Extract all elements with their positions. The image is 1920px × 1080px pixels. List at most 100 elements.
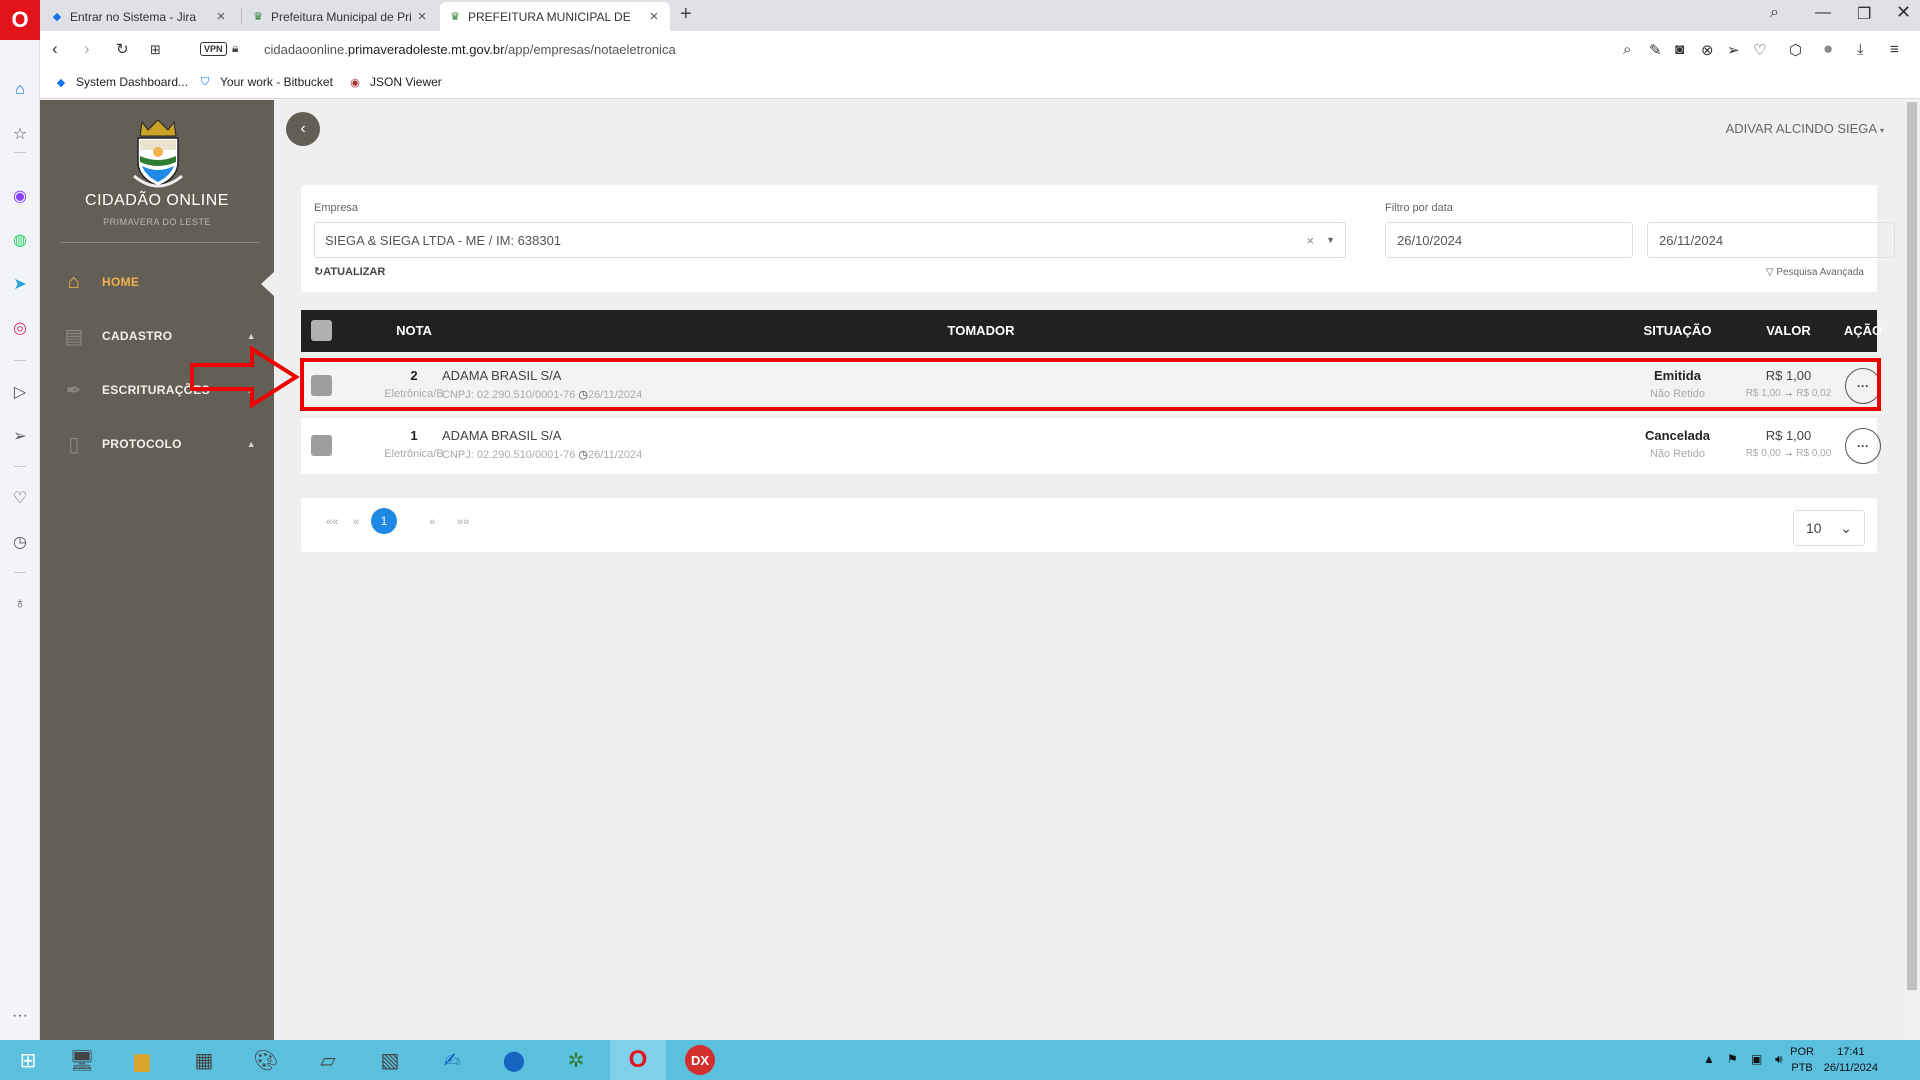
language-indicator[interactable]: POR PTB <box>1790 1044 1814 1076</box>
user-menu[interactable]: ADIVAR ALCINDO SIEGA ▾ <box>1726 121 1884 136</box>
back-button[interactable]: ‹ <box>286 112 320 146</box>
empresa-select[interactable]: SIEGA & SIEGA LTDA - ME / IM: 638301 × ▼ <box>314 222 1346 258</box>
col-valor[interactable]: VALOR <box>1741 323 1836 338</box>
active-indicator <box>261 272 274 296</box>
tray-expand-icon[interactable]: ▲ <box>1703 1052 1715 1066</box>
table-row[interactable]: 1 Eletrônica/B ADAMA BRASIL S/A CNPJ: 02… <box>301 418 1881 474</box>
whatsapp-icon[interactable]: ◍ <box>8 228 32 252</box>
lightbulb-icon[interactable]: ♁ <box>8 592 32 616</box>
page-scrollbar[interactable] <box>1904 100 1920 1040</box>
tab-prefeitura-active[interactable]: ♛ PREFEITURA MUNICIPAL DE × <box>440 2 670 31</box>
sidebar-item-protocolo[interactable]: ▯ PROTOCOLO ▲ <box>60 426 260 462</box>
send-icon[interactable]: ➢ <box>1727 41 1740 59</box>
col-acao[interactable]: AÇÃO <box>1837 323 1889 338</box>
send-icon[interactable]: ➢ <box>8 424 32 448</box>
col-tomador[interactable]: TOMADOR <box>451 323 1511 338</box>
edit-icon[interactable]: ✎ <box>1649 41 1662 59</box>
bookmark-bitbucket[interactable]: ⛉ Your work - Bitbucket <box>198 75 333 89</box>
back-icon[interactable]: ‹ <box>52 39 58 59</box>
editor-icon[interactable]: ✍ <box>424 1040 480 1080</box>
heart-icon[interactable]: ♡ <box>8 486 32 510</box>
restore-button[interactable]: ❐ <box>1857 4 1871 24</box>
reload-icon[interactable]: ↻ <box>116 40 129 58</box>
first-page-button[interactable]: «« <box>326 516 338 528</box>
per-page-select[interactable]: 10 ⌄ <box>1793 510 1865 546</box>
col-situacao[interactable]: SITUAÇÃO <box>1630 323 1725 338</box>
more-icon[interactable]: ··· <box>8 1004 32 1028</box>
prev-page-button[interactable]: « <box>353 516 359 528</box>
document-icon: ▯ <box>68 433 80 456</box>
computer-icon[interactable]: 🖥︎ <box>54 1040 110 1080</box>
volume-icon[interactable]: 🔊︎ <box>1775 1052 1783 1067</box>
caret-icon: ▲ <box>246 331 256 341</box>
tab-prefeitura[interactable]: ♛ Prefeitura Municipal de Pri × <box>243 2 438 31</box>
profile-icon[interactable]: ● <box>1823 39 1833 59</box>
close-icon[interactable]: × <box>646 8 662 25</box>
menu-icon[interactable]: ≡ <box>1890 41 1899 58</box>
bookmark-json-viewer[interactable]: ◉ JSON Viewer <box>348 75 442 89</box>
row-actions-button[interactable]: ··· <box>1845 368 1881 404</box>
tomador-cnpj: CNPJ: 02.290.510/0001-76 ◷26/11/2024 <box>442 389 643 401</box>
divider <box>14 360 26 361</box>
sidebar-item-home[interactable]: ⌂ HOME <box>60 264 260 300</box>
table-row[interactable]: 2 Eletrônica/B ADAMA BRASIL S/A CNPJ: 02… <box>301 358 1881 414</box>
date-from-input[interactable]: 26/10/2024 <box>1385 222 1633 258</box>
messenger-icon[interactable]: ◉ <box>8 184 32 208</box>
dx-app-icon[interactable]: DX <box>672 1040 728 1080</box>
lock-icon[interactable]: 🔒︎ <box>232 41 238 56</box>
advanced-search-link[interactable]: ▽ Pesquisa Avançada <box>1766 267 1864 278</box>
folder-icon[interactable]: ▆ <box>114 1040 170 1080</box>
close-icon[interactable]: × <box>213 8 229 25</box>
history-icon[interactable]: ◷ <box>8 530 32 554</box>
col-nota[interactable]: NOTA <box>371 323 457 338</box>
speed-dial-icon[interactable]: ⊞ <box>150 42 161 58</box>
scrollbar-thumb[interactable] <box>1907 102 1917 990</box>
network-icon[interactable]: ✲ <box>548 1040 604 1080</box>
vpn-badge[interactable]: VPN <box>200 42 227 56</box>
last-page-button[interactable]: »» <box>457 516 469 528</box>
clock[interactable]: 17:41 26/11/2024 <box>1824 1044 1878 1076</box>
camera-icon[interactable]: ◙ <box>1675 41 1684 58</box>
paint-icon[interactable]: 🎨︎ <box>238 1040 294 1080</box>
extensions-icon[interactable]: ⬡ <box>1789 41 1802 59</box>
new-tab-button[interactable]: + <box>680 3 692 26</box>
next-page-button[interactable]: » <box>429 516 435 528</box>
divider <box>14 152 26 153</box>
opera-logo-icon[interactable]: O <box>0 0 40 40</box>
select-all-checkbox[interactable] <box>311 320 332 341</box>
maps-icon[interactable]: ⬤ <box>486 1040 542 1080</box>
network-tray-icon[interactable]: ▣ <box>1751 1052 1762 1066</box>
forward-icon[interactable]: › <box>84 39 90 59</box>
telegram-icon[interactable]: ➤ <box>8 272 32 296</box>
windows-start-icon[interactable]: ⊞ <box>0 1040 56 1080</box>
instagram-icon[interactable]: ◎ <box>8 316 32 340</box>
close-icon[interactable]: × <box>414 8 430 25</box>
calculator-icon[interactable]: ▦ <box>176 1040 232 1080</box>
close-window-button[interactable]: ✕ <box>1896 2 1911 23</box>
notepad-icon[interactable]: ▱ <box>300 1040 356 1080</box>
minimize-button[interactable]: — <box>1815 4 1831 22</box>
tab-jira[interactable]: ◆ Entrar no Sistema - Jira × <box>42 2 237 31</box>
download-icon[interactable]: ⤓ <box>1857 41 1864 58</box>
bookmark-jira[interactable]: ◆ System Dashboard... <box>54 75 188 89</box>
player-icon[interactable]: ▷ <box>8 380 32 404</box>
flag-icon[interactable]: ⚑ <box>1727 1052 1738 1066</box>
row-checkbox[interactable] <box>311 435 332 456</box>
adblock-icon[interactable]: ⊗ <box>1701 41 1714 59</box>
refresh-button[interactable]: ↻ATUALIZAR <box>314 265 385 278</box>
heart-icon[interactable]: ♡ <box>1753 41 1766 59</box>
home-icon[interactable]: ⌂ <box>8 78 32 102</box>
search-tabs-icon[interactable]: ⌕ <box>1770 4 1779 22</box>
clear-icon[interactable]: × <box>1306 233 1314 248</box>
date-to-input[interactable]: 26/11/2024 <box>1647 222 1895 258</box>
star-icon[interactable]: ☆ <box>8 122 32 146</box>
search-page-icon[interactable]: ⌕ <box>1623 41 1631 58</box>
caret-down-icon[interactable]: ▼ <box>1326 235 1335 245</box>
image-viewer-icon[interactable]: ▧ <box>362 1040 418 1080</box>
page-1-button[interactable]: 1 <box>371 508 397 534</box>
opera-sidebar: O ⌂ ☆ ◉ ◍ ➤ ◎ ▷ ➢ ♡ ◷ ♁ ··· <box>0 0 40 1040</box>
opera-taskbar-icon[interactable]: O <box>610 1040 666 1080</box>
url-field[interactable]: cidadaoonline.primaveradoleste.mt.gov.br… <box>264 42 676 57</box>
row-checkbox[interactable] <box>311 375 332 396</box>
row-actions-button[interactable]: ··· <box>1845 428 1881 464</box>
